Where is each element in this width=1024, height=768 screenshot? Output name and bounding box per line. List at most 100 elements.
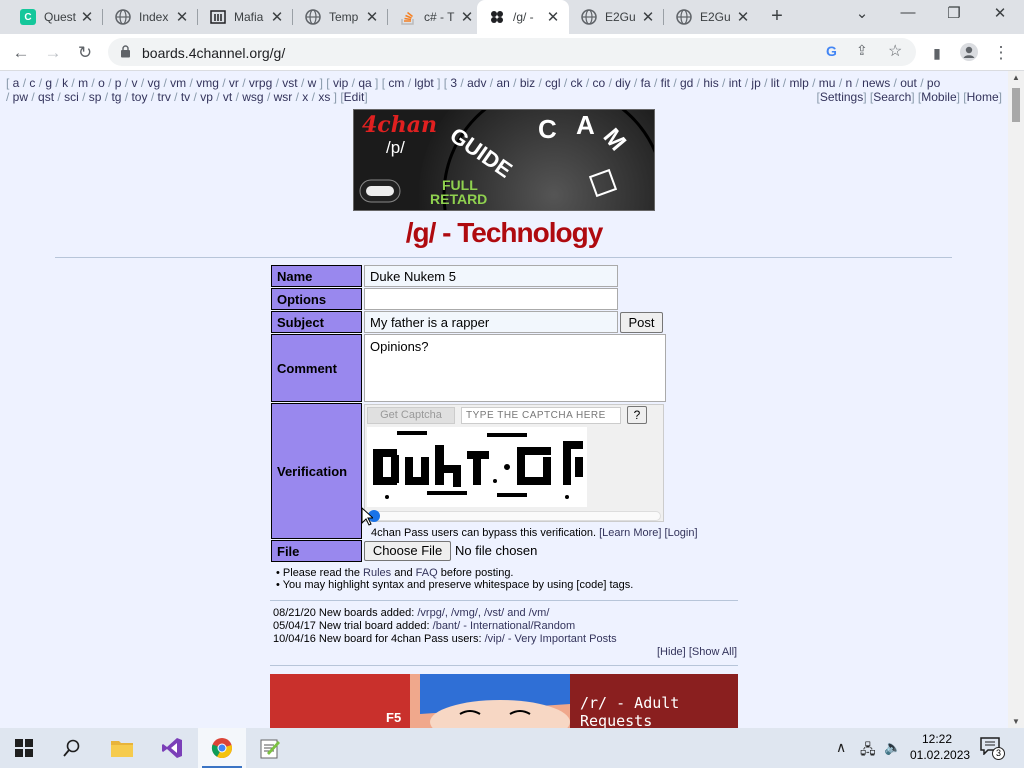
home-link[interactable]: Home: [967, 90, 999, 104]
scrollbar-thumb[interactable]: [1012, 88, 1020, 122]
close-icon[interactable]: ✕: [459, 8, 475, 26]
learn-more-link[interactable]: [Learn More]: [599, 527, 661, 539]
side-panel-icon[interactable]: ▮: [926, 42, 948, 64]
board-link-o[interactable]: o: [95, 76, 108, 90]
tab-index[interactable]: Index ✕: [103, 0, 198, 34]
reload-icon[interactable]: ↻: [74, 42, 96, 64]
board-link-c[interactable]: c: [26, 76, 39, 90]
board-link-xs[interactable]: xs: [315, 90, 334, 104]
board-link-po[interactable]: po: [924, 76, 940, 90]
close-icon[interactable]: ✕: [545, 8, 561, 26]
forward-icon[interactable]: →: [42, 42, 64, 64]
board-link-g[interactable]: g: [42, 76, 55, 90]
board-link-k[interactable]: k: [59, 76, 72, 90]
taskbar-notepad[interactable]: [246, 728, 294, 768]
board-link-tg[interactable]: tg: [108, 90, 125, 104]
board-link-vg[interactable]: vg: [144, 76, 163, 90]
captcha-slider[interactable]: [367, 510, 661, 522]
board-link-mlp[interactable]: mlp: [786, 76, 812, 90]
start-button[interactable]: [0, 728, 48, 768]
board-link-toy[interactable]: toy: [128, 90, 151, 104]
board-link-sci[interactable]: sci: [61, 90, 82, 104]
back-icon[interactable]: ←: [10, 42, 32, 64]
board-link-lit[interactable]: lit: [767, 76, 782, 90]
news-link[interactable]: /vip/ - Very Important Posts: [485, 633, 617, 645]
board-link-qst[interactable]: qst: [35, 90, 58, 104]
edit-link[interactable]: Edit: [344, 90, 365, 104]
board-link-lgbt[interactable]: lgbt: [411, 76, 437, 90]
taskbar-explorer[interactable]: [98, 728, 146, 768]
subject-field[interactable]: My father is a rapper: [364, 311, 618, 333]
tab-csharp[interactable]: c# - T ✕: [388, 0, 483, 34]
options-field[interactable]: [364, 288, 618, 310]
board-link-vp[interactable]: vp: [197, 90, 216, 104]
board-link-out[interactable]: out: [897, 76, 920, 90]
board-link-wsr[interactable]: wsr: [270, 90, 295, 104]
board-link-diy[interactable]: diy: [612, 76, 634, 90]
board-link-jp[interactable]: jp: [748, 76, 764, 90]
board-link-biz[interactable]: biz: [516, 76, 538, 90]
board-link-vm[interactable]: vm: [167, 76, 190, 90]
comment-textarea[interactable]: Opinions?: [364, 334, 666, 402]
share-icon[interactable]: ⇪: [856, 42, 868, 59]
board-link-vmg[interactable]: vmg: [193, 76, 222, 90]
network-icon[interactable]: 🖧: [860, 739, 876, 763]
show-hidden-icons[interactable]: ∧: [836, 739, 846, 756]
close-icon[interactable]: ✕: [79, 8, 95, 26]
board-link-cm[interactable]: cm: [385, 76, 408, 90]
board-link-fit[interactable]: fit: [657, 76, 673, 90]
board-link-x[interactable]: x: [299, 90, 312, 104]
lock-icon[interactable]: [120, 45, 131, 58]
tab-g-technology[interactable]: /g/ - ✕: [477, 0, 569, 34]
faq-link[interactable]: FAQ: [416, 567, 438, 579]
mobile-link[interactable]: Mobile: [921, 90, 956, 104]
board-link-an[interactable]: an: [493, 76, 513, 90]
board-link-3[interactable]: 3: [447, 76, 460, 90]
board-link-sp[interactable]: sp: [85, 90, 104, 104]
address-bar[interactable]: boards.4channel.org/g/ G ⇪ ☆: [108, 38, 916, 66]
board-link-vrpg[interactable]: vrpg: [246, 76, 276, 90]
board-link-gd[interactable]: gd: [677, 76, 697, 90]
board-link-p[interactable]: p: [111, 76, 124, 90]
board-link-qa[interactable]: qa: [355, 76, 375, 90]
tab-quest[interactable]: C Quest ✕: [8, 0, 103, 34]
login-link[interactable]: [Login]: [665, 527, 698, 539]
taskbar-chrome[interactable]: [198, 728, 246, 768]
close-icon[interactable]: ✕: [640, 8, 656, 26]
name-field[interactable]: Duke Nukem 5: [364, 265, 618, 287]
close-window-icon[interactable]: ✕: [986, 4, 1014, 26]
captcha-input[interactable]: TYPE THE CAPTCHA HERE: [461, 407, 621, 424]
post-button[interactable]: Post: [620, 312, 663, 333]
google-icon[interactable]: G: [826, 43, 837, 59]
scroll-down-icon[interactable]: ▼: [1012, 717, 1020, 726]
scroll-up-icon[interactable]: ▲: [1012, 73, 1020, 82]
clock[interactable]: 12:22 01.02.2023: [910, 731, 970, 763]
close-icon[interactable]: ✕: [269, 8, 285, 26]
rules-link[interactable]: Rules: [363, 567, 391, 579]
minimize-icon[interactable]: —: [894, 4, 922, 26]
board-link-trv[interactable]: trv: [154, 90, 174, 104]
close-icon[interactable]: ✕: [364, 8, 380, 26]
close-icon[interactable]: ✕: [735, 8, 751, 26]
board-link-ck[interactable]: ck: [567, 76, 586, 90]
tab-e2gu-1[interactable]: E2Gu ✕: [569, 0, 664, 34]
menu-kebab-icon[interactable]: ⋮: [990, 42, 1012, 64]
tab-e2gu-2[interactable]: E2Gu ✕: [664, 0, 759, 34]
show-all-link[interactable]: [Show All]: [689, 646, 737, 658]
profile-avatar-icon[interactable]: [958, 42, 980, 64]
hide-link[interactable]: [Hide]: [657, 646, 686, 658]
settings-link[interactable]: Settings: [820, 90, 863, 104]
news-link[interactable]: /vrpg/, /vmg/, /vst/ and /vm/: [417, 607, 549, 619]
board-link-int[interactable]: int: [725, 76, 744, 90]
captcha-help-button[interactable]: ?: [627, 406, 647, 424]
tab-mafia[interactable]: Mafia ✕: [198, 0, 293, 34]
board-link-vt[interactable]: vt: [220, 90, 236, 104]
board-link-w[interactable]: w: [304, 76, 319, 90]
new-tab-icon[interactable]: +: [766, 6, 788, 28]
board-link-fa[interactable]: fa: [637, 76, 654, 90]
page-scrollbar[interactable]: ▲ ▼: [1008, 71, 1024, 728]
board-link-co[interactable]: co: [589, 76, 608, 90]
volume-icon[interactable]: 🔈: [884, 739, 901, 756]
search-link[interactable]: Search: [873, 90, 911, 104]
search-button[interactable]: [48, 728, 96, 768]
